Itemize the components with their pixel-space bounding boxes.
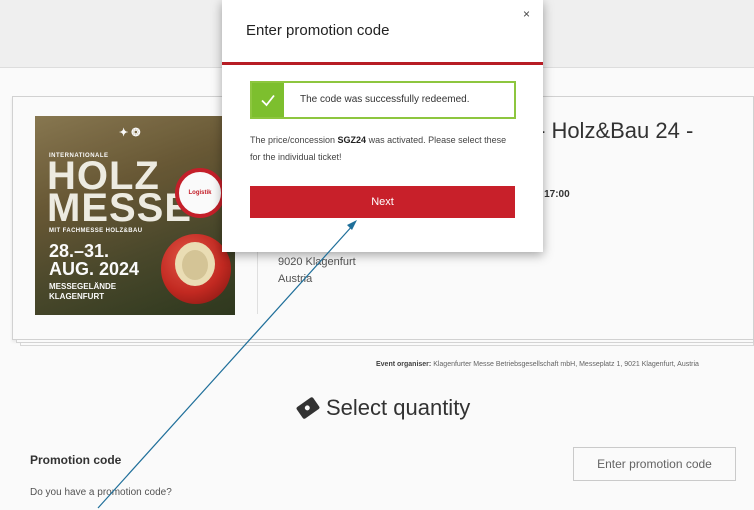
- info-text-start: The price/concession: [250, 135, 338, 145]
- checkmark-icon: [252, 83, 284, 117]
- close-icon[interactable]: ×: [523, 7, 530, 21]
- success-alert-text: The code was successfully redeemed.: [300, 94, 470, 105]
- promotion-code-modal: Enter promotion code × The code was succ…: [222, 0, 543, 252]
- success-alert: The code was successfully redeemed.: [250, 81, 516, 119]
- next-button[interactable]: Next: [250, 186, 515, 218]
- modal-title: Enter promotion code: [246, 22, 390, 39]
- promotion-code-value: SGZ24: [337, 135, 367, 145]
- concession-info: The price/concession SGZ24 was activated…: [250, 132, 518, 166]
- modal-header-rule: [222, 62, 543, 65]
